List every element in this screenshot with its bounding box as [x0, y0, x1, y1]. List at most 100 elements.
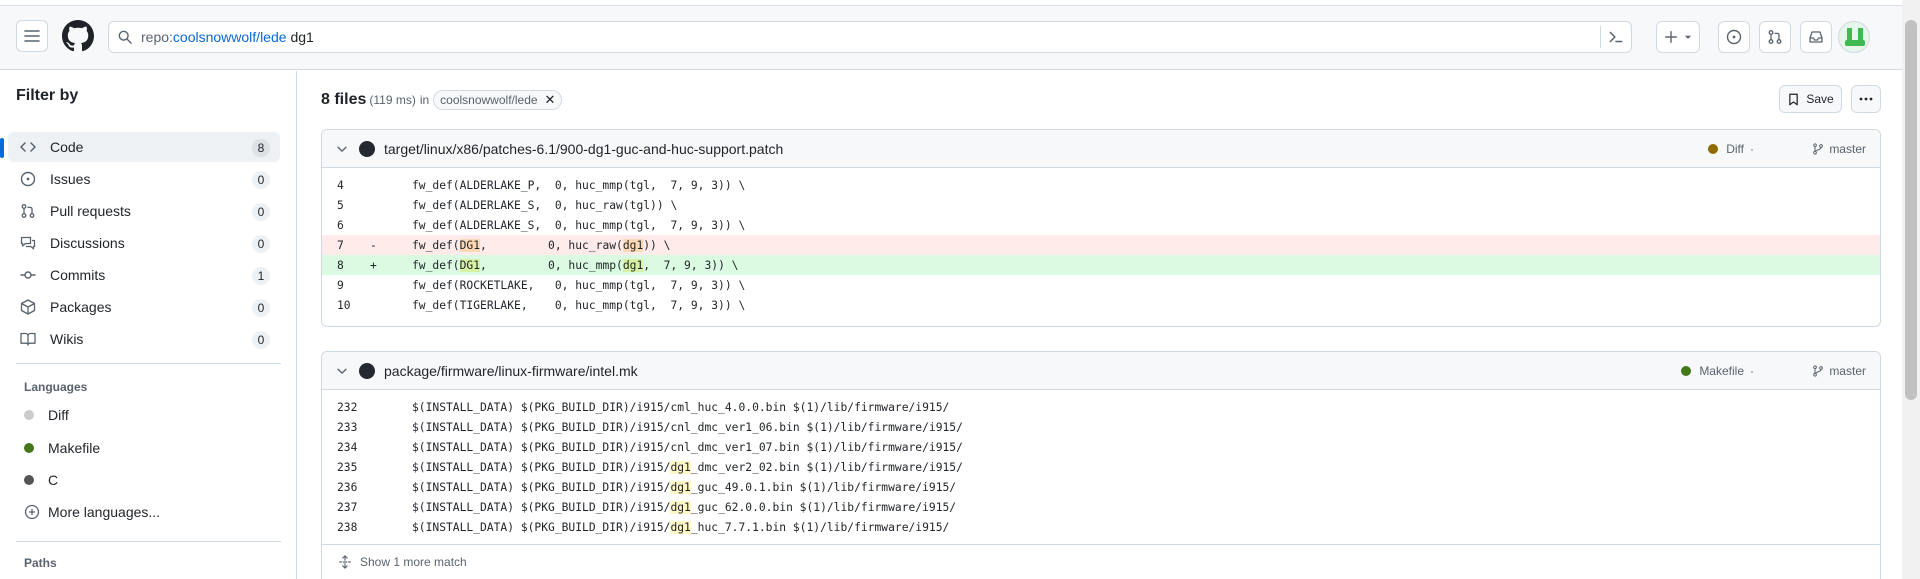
line-number[interactable]: 237 — [322, 501, 357, 514]
code-text: fw_def(DG1, 0, huc_mmp(dg1, 7, 9, 3)) \ — [372, 258, 738, 272]
language-filter-diff[interactable]: Diff — [24, 404, 69, 426]
sidebar-item-count: 0 — [252, 331, 270, 349]
search-query: repo:coolsnowwolf/lede dg1 — [141, 29, 314, 45]
line-number[interactable]: 9 — [322, 279, 356, 292]
create-new-button[interactable] — [1656, 21, 1700, 53]
sidebar-item-issues[interactable]: Issues 0 — [8, 164, 280, 194]
sidebar-item-pull-requests[interactable]: Pull requests 0 — [8, 196, 280, 226]
more-languages-button[interactable]: More languages... — [24, 501, 160, 523]
show-more-matches-button[interactable]: Show 1 more match — [322, 544, 1880, 578]
code-text: $(INSTALL_DATA) $(PKG_BUILD_DIR)/i915/cn… — [372, 441, 963, 454]
result-card-header: package/firmware/linux-firmware/intel.mk… — [322, 352, 1880, 390]
result-file-path[interactable]: package/firmware/linux-firmware/intel.mk — [384, 363, 638, 379]
commit-icon — [20, 271, 36, 279]
discussion-icon — [20, 236, 36, 250]
results-summary: 8 files (119 ms) in coolsnowwolf/lede ✕ — [321, 90, 563, 110]
code-line: 10 fw_def(TIGERLAKE, 0, huc_mmp(tgl, 7, 9… — [322, 295, 1880, 315]
language-label: Makefile — [48, 440, 101, 456]
save-button[interactable]: Save — [1779, 85, 1842, 113]
more-options-button[interactable] — [1851, 85, 1881, 113]
language-label: Diff — [48, 407, 69, 423]
line-number[interactable]: 8 — [322, 259, 356, 272]
result-branch[interactable]: master — [1812, 364, 1866, 378]
code-text: fw_def(DG1, 0, huc_raw(dg1)) \ — [372, 238, 670, 252]
sidebar-item-discussions[interactable]: Discussions 0 — [8, 228, 280, 258]
chevron-down-icon[interactable] — [335, 364, 349, 378]
result-language-label: Makefile — [1699, 364, 1744, 378]
results-time: (119 ms) — [369, 93, 416, 107]
language-color-dot — [24, 443, 34, 453]
sidebar-item-label: Wikis — [50, 331, 84, 347]
show-more-label: Show 1 more match — [360, 554, 467, 569]
sidebar-item-code[interactable]: Code 8 — [0, 132, 280, 162]
code-fragment: $(INSTALL_DATA) $(PKG_BUILD_DIR)/i915/ — [412, 520, 671, 534]
code-line: 233 $(INSTALL_DATA) $(PKG_BUILD_DIR)/i915… — [322, 417, 1880, 437]
sidebar-item-wikis[interactable]: Wikis 0 — [8, 324, 280, 354]
line-number[interactable]: 10 — [322, 299, 356, 312]
sidebar-item-label: Pull requests — [50, 203, 131, 219]
user-avatar[interactable] — [1838, 21, 1870, 53]
result-file-path[interactable]: target/linux/x86/patches-6.1/900-dg1-guc… — [384, 141, 783, 157]
sidebar-item-label: Discussions — [50, 235, 125, 251]
code-text: $(INSTALL_DATA) $(PKG_BUILD_DIR)/i915/dg… — [372, 460, 963, 474]
bookmark-icon — [1789, 93, 1799, 105]
result-branch-label: master — [1829, 364, 1866, 378]
repo-owner-avatar-icon — [359, 141, 375, 157]
code-line: 8 + fw_def(DG1, 0, huc_mmp(dg1, 7, 9, 3)) … — [322, 255, 1880, 275]
pull-requests-button[interactable] — [1759, 21, 1791, 53]
search-term: dg1 — [290, 29, 314, 45]
code-fragment: , 0, huc_mmp( — [480, 258, 623, 272]
results-in-label: in — [419, 93, 430, 107]
inbox-button[interactable] — [1800, 21, 1832, 53]
language-color-dot — [1681, 366, 1692, 376]
line-number[interactable]: 236 — [322, 481, 357, 494]
code-fragment: _guc_49.0.1.bin $(1)/lib/firmware/i915/ — [690, 480, 957, 494]
sidebar-item-count: 0 — [252, 235, 270, 253]
line-number[interactable]: 235 — [322, 461, 357, 474]
close-icon[interactable]: ✕ — [545, 92, 556, 108]
code-fragment: fw_def( — [412, 238, 460, 252]
line-number[interactable]: 233 — [322, 421, 357, 434]
chevron-down-icon[interactable] — [335, 142, 349, 156]
line-number[interactable]: 238 — [322, 521, 357, 534]
search-repo: coolsnowwolf/lede — [172, 29, 287, 45]
line-number[interactable]: 6 — [322, 219, 356, 232]
sidebar-divider — [16, 363, 281, 364]
match-highlight: dg1 — [622, 258, 644, 272]
language-filter-c[interactable]: C — [24, 469, 58, 491]
result-branch[interactable]: master — [1812, 142, 1866, 156]
code-line: 238 $(INSTALL_DATA) $(PKG_BUILD_DIR)/i915… — [322, 517, 1880, 537]
language-filter-makefile[interactable]: Makefile — [24, 437, 100, 459]
code-fragment: _huc_7.7.1.bin $(1)/lib/firmware/i915/ — [690, 520, 950, 534]
sidebar-item-commits[interactable]: Commits 1 — [8, 260, 280, 290]
sidebar-item-label: Issues — [50, 171, 91, 187]
line-number[interactable]: 4 — [322, 179, 356, 192]
issues-button[interactable] — [1718, 21, 1750, 53]
code-line: 6 fw_def(ALDERLAKE_S, 0, huc_mmp(tgl, 7, … — [322, 215, 1880, 235]
repo-owner-avatar-icon — [359, 363, 375, 379]
line-number[interactable]: 234 — [322, 441, 357, 454]
code-fragment: _dmc_ver2_02.bin $(1)/lib/firmware/i915/ — [690, 460, 963, 474]
page-scrollbar-thumb[interactable] — [1905, 20, 1917, 400]
result-card: package/firmware/linux-firmware/intel.mk… — [321, 351, 1881, 579]
meta-separator: · — [1750, 142, 1754, 156]
line-number[interactable]: 5 — [322, 199, 356, 212]
pull-request-icon — [1768, 30, 1782, 44]
language-color-dot — [24, 475, 34, 485]
pull-request-icon — [21, 204, 35, 218]
match-highlight: dg1 — [670, 500, 691, 514]
sidebar-item-packages[interactable]: Packages 0 — [8, 292, 280, 322]
command-palette-icon[interactable] — [1607, 28, 1625, 46]
search-input[interactable]: repo:coolsnowwolf/lede dg1 — [108, 21, 1632, 53]
code-line: 235 $(INSTALL_DATA) $(PKG_BUILD_DIR)/i915… — [322, 457, 1880, 477]
inbox-icon — [1809, 31, 1823, 43]
code-text: fw_def(ALDERLAKE_P, 0, huc_mmp(tgl, 7, 9… — [372, 179, 745, 192]
line-number[interactable]: 7 — [322, 239, 356, 252]
sidebar-item-count: 1 — [252, 267, 270, 285]
menu-button[interactable] — [16, 20, 48, 52]
line-number[interactable]: 232 — [322, 401, 357, 414]
git-branch-icon — [1813, 143, 1824, 155]
avatar-image-icon — [1845, 28, 1865, 46]
diff-sign: + — [370, 258, 377, 272]
github-logo-icon[interactable] — [62, 20, 94, 52]
